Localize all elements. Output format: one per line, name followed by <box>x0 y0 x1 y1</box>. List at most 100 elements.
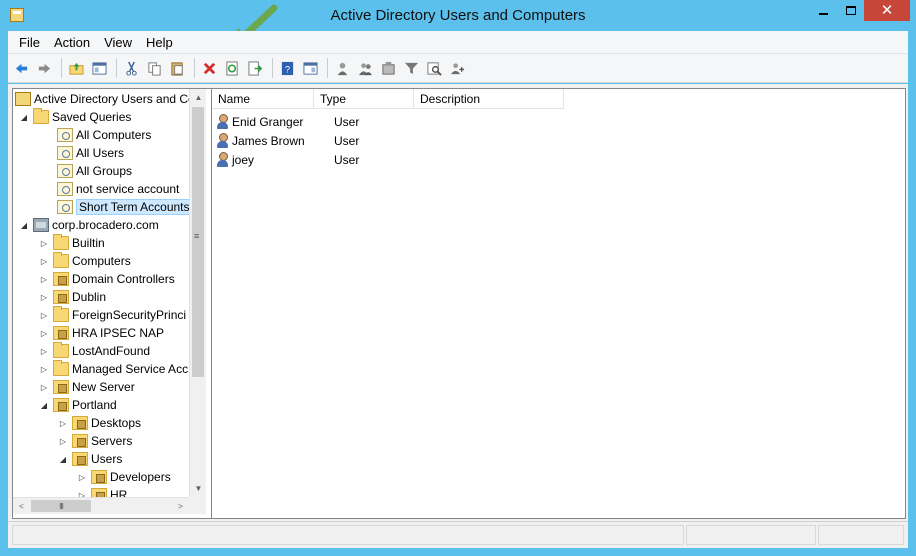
tree-item-ou[interactable]: ▷ Desktops <box>58 414 141 432</box>
up-one-level-button[interactable] <box>66 58 87 79</box>
menu-file[interactable]: File <box>12 35 47 50</box>
tree-item-saved-queries[interactable]: ◢ Saved Queries <box>19 108 131 126</box>
tree-item-query[interactable]: All Users <box>57 144 124 162</box>
help-button[interactable]: ? <box>277 58 298 79</box>
properties-icon <box>303 61 318 75</box>
filter-button[interactable] <box>401 58 422 79</box>
scroll-down-icon[interactable]: ▼ <box>190 480 207 497</box>
tree-item-label: Desktops <box>91 416 142 430</box>
content-area: Active Directory Users and Co ◢ Saved Qu… <box>8 84 908 521</box>
tree-item-ou[interactable]: ▷ HRA IPSEC NAP <box>39 324 164 342</box>
tree-item-ou[interactable]: ▷ New Server <box>39 378 135 396</box>
export-list-button[interactable] <box>245 58 266 79</box>
scroll-left-icon[interactable]: < <box>13 498 30 515</box>
svg-text:?: ? <box>285 64 290 74</box>
back-arrow-icon <box>15 63 28 73</box>
tree-item-label: Dublin <box>72 290 107 304</box>
toolbar-separator <box>272 58 273 78</box>
list-header: Name Type Description <box>212 89 564 109</box>
organizational-unit-icon <box>72 434 88 448</box>
tree-item-ou[interactable]: ▷ HR <box>77 486 127 497</box>
collapsed-arrow-icon[interactable]: ▷ <box>39 257 49 266</box>
menu-help[interactable]: Help <box>139 35 180 50</box>
tree-item-container[interactable]: ▷ Builtin <box>39 234 105 252</box>
collapsed-arrow-icon[interactable]: ▷ <box>39 347 49 356</box>
back-button[interactable] <box>11 58 32 79</box>
tree-item-label: All Computers <box>76 128 152 142</box>
collapsed-arrow-icon[interactable]: ▷ <box>58 437 68 446</box>
domain-icon <box>33 218 49 232</box>
paste-button[interactable] <box>167 58 188 79</box>
tree-item-label: Developers <box>110 470 171 484</box>
hscroll-thumb[interactable]: III <box>31 500 91 512</box>
tree-item-container[interactable]: ▷ ForeignSecurityPrinci <box>39 306 186 324</box>
collapsed-arrow-icon[interactable]: ▷ <box>39 293 49 302</box>
delete-button[interactable] <box>199 58 220 79</box>
tree-vertical-scrollbar[interactable]: ▲ ≡ ▼ <box>189 89 206 497</box>
tree-item-root[interactable]: Active Directory Users and Co <box>15 90 189 108</box>
expanded-arrow-icon[interactable]: ◢ <box>39 401 49 410</box>
show-console-tree-button[interactable] <box>89 58 110 79</box>
tree-item-label: New Server <box>72 380 135 394</box>
column-header-type[interactable]: Type <box>314 89 414 109</box>
console-tree-pane: Active Directory Users and Co ◢ Saved Qu… <box>12 88 213 519</box>
folder-icon <box>53 252 69 268</box>
new-group-button[interactable] <box>355 58 376 79</box>
menu-action[interactable]: Action <box>47 35 97 50</box>
tree-item-label: Portland <box>72 398 117 412</box>
expanded-arrow-icon[interactable]: ◢ <box>19 113 29 122</box>
maximize-button[interactable] <box>837 0 864 21</box>
cut-button[interactable] <box>121 58 142 79</box>
refresh-icon <box>226 60 238 76</box>
copy-button[interactable] <box>144 58 165 79</box>
status-segment <box>818 525 904 545</box>
tree-horizontal-scrollbar[interactable]: < III > <box>13 497 189 514</box>
forward-button[interactable] <box>34 58 55 79</box>
collapsed-arrow-icon[interactable]: ▷ <box>39 311 49 320</box>
tree-item-query-selected[interactable]: Short Term Accounts <box>57 198 189 216</box>
collapsed-arrow-icon[interactable]: ▷ <box>39 383 49 392</box>
help-icon: ? <box>281 61 294 75</box>
new-ou-button[interactable] <box>378 58 399 79</box>
scroll-right-icon[interactable]: > <box>172 498 189 515</box>
scroll-up-icon[interactable]: ▲ <box>190 89 207 106</box>
tree-item-ou[interactable]: ▷ Domain Controllers <box>39 270 175 288</box>
list-item[interactable]: James Brown User <box>216 131 433 150</box>
list-item[interactable]: Enid Granger User <box>216 112 433 131</box>
collapsed-arrow-icon[interactable]: ▷ <box>58 419 68 428</box>
menu-view[interactable]: View <box>97 35 139 50</box>
folder-icon <box>53 234 69 250</box>
expanded-arrow-icon[interactable]: ◢ <box>19 221 29 230</box>
tree-item-ou[interactable]: ◢ Users <box>58 450 122 468</box>
tree-item-ou[interactable]: ▷ Dublin <box>39 288 106 306</box>
close-button[interactable]: ✕ <box>864 0 910 21</box>
properties-button[interactable] <box>300 58 321 79</box>
tree-item-ou[interactable]: ◢ Portland <box>39 396 117 414</box>
collapsed-arrow-icon[interactable]: ▷ <box>39 239 49 248</box>
tree-item-ou[interactable]: ▷ Servers <box>58 432 132 450</box>
collapsed-arrow-icon[interactable]: ▷ <box>39 329 49 338</box>
column-header-name[interactable]: Name <box>212 89 314 109</box>
new-group-icon <box>358 62 373 75</box>
collapsed-arrow-icon[interactable]: ▷ <box>39 365 49 374</box>
collapsed-arrow-icon[interactable]: ▷ <box>39 275 49 284</box>
expanded-arrow-icon[interactable]: ◢ <box>58 455 68 464</box>
saved-query-icon <box>57 128 73 142</box>
tree-item-container[interactable]: ▷ Managed Service Acc <box>39 360 188 378</box>
column-header-description[interactable]: Description <box>414 89 564 109</box>
tree-item-container[interactable]: ▷ Computers <box>39 252 131 270</box>
list-item[interactable]: joey User <box>216 150 433 169</box>
tree-item-query[interactable]: All Computers <box>57 126 151 144</box>
minimize-button[interactable] <box>810 0 837 21</box>
tree-item-query[interactable]: not service account <box>57 180 179 198</box>
new-user-button[interactable] <box>332 58 353 79</box>
find-button[interactable] <box>424 58 445 79</box>
scroll-thumb[interactable] <box>192 107 204 377</box>
add-to-group-button[interactable] <box>447 58 468 79</box>
collapsed-arrow-icon[interactable]: ▷ <box>77 473 87 482</box>
tree-item-domain[interactable]: ◢ corp.brocadero.com <box>19 216 159 234</box>
tree-item-container[interactable]: ▷ LostAndFound <box>39 342 150 360</box>
refresh-button[interactable] <box>222 58 243 79</box>
tree-item-ou[interactable]: ▷ Developers <box>77 468 171 486</box>
tree-item-query[interactable]: All Groups <box>57 162 132 180</box>
